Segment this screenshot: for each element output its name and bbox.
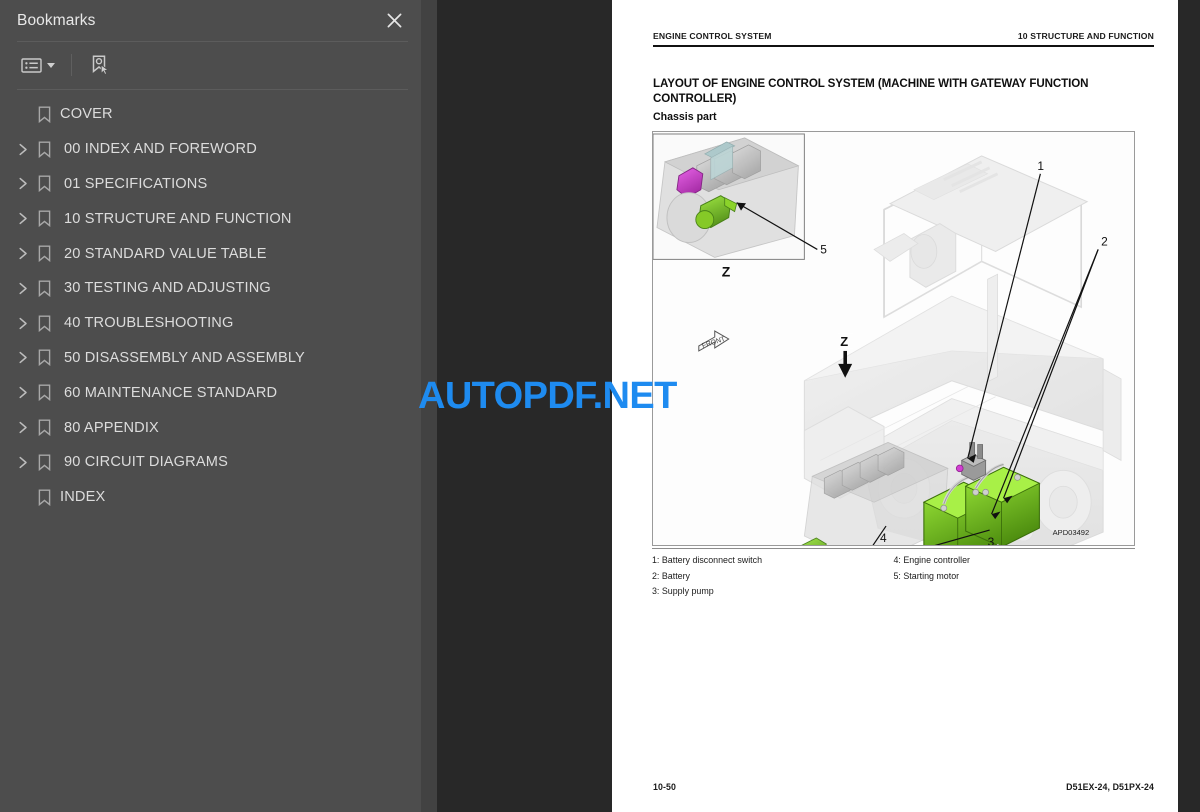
pdf-viewer-window: Bookmarks COVER 00 INDEX AND FOREWORD 01… <box>0 0 1200 812</box>
chevron-right-icon[interactable] <box>15 176 31 192</box>
header-right-text: 10 STRUCTURE AND FUNCTION <box>1017 31 1154 41</box>
legend-item: 1: Battery disconnect switch <box>652 555 763 566</box>
callout-4: 4 <box>880 531 887 545</box>
close-icon[interactable] <box>381 7 407 33</box>
bookmark-ribbon-icon <box>36 384 52 402</box>
bookmark-item-label: 10 STRUCTURE AND FUNCTION <box>64 210 292 227</box>
header-left-text: ENGINE CONTROL SYSTEM <box>653 31 772 41</box>
pdf-page: ENGINE CONTROL SYSTEM 10 STRUCTURE AND F… <box>612 0 1178 812</box>
toolbar-divider <box>17 89 408 90</box>
callout-2: 2 <box>1101 234 1108 248</box>
section-label-z: Z <box>840 334 848 349</box>
legend-column-2: 4: Engine controller 5: Starting motor <box>894 553 1136 599</box>
page-title: LAYOUT OF ENGINE CONTROL SYSTEM (MACHINE… <box>653 77 1089 106</box>
bookmark-item-2[interactable]: 01 SPECIFICATIONS <box>0 167 421 202</box>
bookmark-item-label: 80 APPENDIX <box>64 419 159 436</box>
bookmark-ribbon-icon <box>36 279 52 297</box>
legend-item: 3: Supply pump <box>652 586 714 597</box>
detail-view-z: 5 Z <box>653 133 827 279</box>
bookmark-item-label: 00 INDEX AND FOREWORD <box>64 141 257 158</box>
bookmarks-panel: Bookmarks COVER 00 INDEX AND FOREWORD 01… <box>0 0 421 812</box>
figure-id: APD03492 <box>1053 528 1090 537</box>
figure-engine-control-layout: 1 2 3 4 5 Z FRONT Z APD03492 <box>652 131 1135 546</box>
bookmark-item-label: 40 TROUBLESHOOTING <box>64 315 234 332</box>
bookmark-list[interactable]: COVER 00 INDEX AND FOREWORD 01 SPECIFICATI… <box>0 97 421 515</box>
bookmark-ribbon-icon <box>36 453 52 471</box>
bookmark-ribbon-icon <box>36 419 52 437</box>
list-options-icon[interactable] <box>17 54 59 77</box>
callout-3: 3 <box>988 535 995 545</box>
chevron-right-icon[interactable] <box>15 211 31 227</box>
model-designation: D51EX-24, D51PX-24 <box>1066 782 1154 792</box>
detail-label-z: Z <box>722 263 731 279</box>
bookmark-item-label: 50 DISASSEMBLY AND ASSEMBLY <box>64 349 305 366</box>
bookmark-item-label: COVER <box>60 106 113 123</box>
bookmark-item-5[interactable]: 30 TESTING AND ADJUSTING <box>0 271 421 306</box>
chevron-right-icon[interactable] <box>15 385 31 401</box>
legend-item: 2: Battery <box>652 570 690 581</box>
bookmark-cursor-icon[interactable] <box>85 51 115 79</box>
bookmark-item-10[interactable]: 90 CIRCUIT DIAGRAMS <box>0 445 421 480</box>
header-divider <box>17 41 408 42</box>
bookmark-item-label: 60 MAINTENANCE STANDARD <box>64 384 278 401</box>
chevron-right-icon[interactable] <box>15 141 31 157</box>
legend-item: 5: Starting motor <box>893 570 960 581</box>
legend-column-1: 1: Battery disconnect switch 2: Battery … <box>652 553 894 599</box>
bookmark-item-0[interactable]: COVER <box>0 97 421 132</box>
bookmark-item-9[interactable]: 80 APPENDIX <box>0 410 421 445</box>
page-subtitle: Chassis part <box>653 111 717 123</box>
chevron-right-icon[interactable] <box>15 454 31 470</box>
callout-5: 5 <box>820 242 827 256</box>
chevron-right-icon[interactable] <box>15 315 31 331</box>
chevron-right-icon[interactable] <box>15 350 31 366</box>
viewer-gutter <box>421 0 437 812</box>
bookmark-item-1[interactable]: 00 INDEX AND FOREWORD <box>0 132 421 167</box>
page-running-header: ENGINE CONTROL SYSTEM 10 STRUCTURE AND F… <box>653 31 1154 41</box>
bookmark-item-11[interactable]: INDEX <box>0 480 421 515</box>
figure-illustration: 1 2 3 4 5 Z FRONT Z APD03492 <box>653 132 1134 545</box>
bookmarks-toolbar <box>17 48 115 82</box>
bookmark-item-label: 20 STANDARD VALUE TABLE <box>64 245 267 262</box>
legend-rule <box>652 548 1135 550</box>
bookmark-ribbon-icon <box>36 314 52 332</box>
bookmark-item-label: INDEX <box>60 489 106 506</box>
bookmark-ribbon-icon <box>36 105 52 123</box>
bookmark-item-6[interactable]: 40 TROUBLESHOOTING <box>0 306 421 341</box>
bookmark-ribbon-icon <box>36 245 52 263</box>
legend-item: 4: Engine controller <box>893 555 970 566</box>
toolbar-separator <box>71 54 72 76</box>
chevron-right-icon[interactable] <box>15 420 31 436</box>
bookmark-ribbon-icon <box>36 140 52 158</box>
bookmark-ribbon-icon <box>36 210 52 228</box>
bookmarks-panel-title: Bookmarks <box>17 11 96 29</box>
callout-1: 1 <box>1037 159 1044 173</box>
document-viewer[interactable]: ENGINE CONTROL SYSTEM 10 STRUCTURE AND F… <box>421 0 1200 812</box>
bookmark-ribbon-icon <box>36 175 52 193</box>
bookmark-ribbon-icon <box>36 349 52 367</box>
header-rule <box>653 45 1154 47</box>
bookmark-item-3[interactable]: 10 STRUCTURE AND FUNCTION <box>0 201 421 236</box>
bookmark-ribbon-icon <box>36 488 52 506</box>
bookmarks-panel-header: Bookmarks <box>0 0 421 41</box>
bookmark-item-7[interactable]: 50 DISASSEMBLY AND ASSEMBLY <box>0 341 421 376</box>
page-footer: 10-50 D51EX-24, D51PX-24 <box>653 782 1154 792</box>
figure-legend: 1: Battery disconnect switch 2: Battery … <box>652 548 1135 600</box>
bookmark-item-8[interactable]: 60 MAINTENANCE STANDARD <box>0 375 421 410</box>
chevron-right-icon[interactable] <box>15 280 31 296</box>
bookmark-item-label: 90 CIRCUIT DIAGRAMS <box>64 454 228 471</box>
bookmark-item-label: 30 TESTING AND ADJUSTING <box>64 280 271 297</box>
chevron-down-icon[interactable] <box>47 62 55 68</box>
chevron-right-icon[interactable] <box>15 246 31 262</box>
bookmark-item-4[interactable]: 20 STANDARD VALUE TABLE <box>0 236 421 271</box>
page-number: 10-50 <box>653 782 676 792</box>
bookmark-item-label: 01 SPECIFICATIONS <box>64 175 208 192</box>
